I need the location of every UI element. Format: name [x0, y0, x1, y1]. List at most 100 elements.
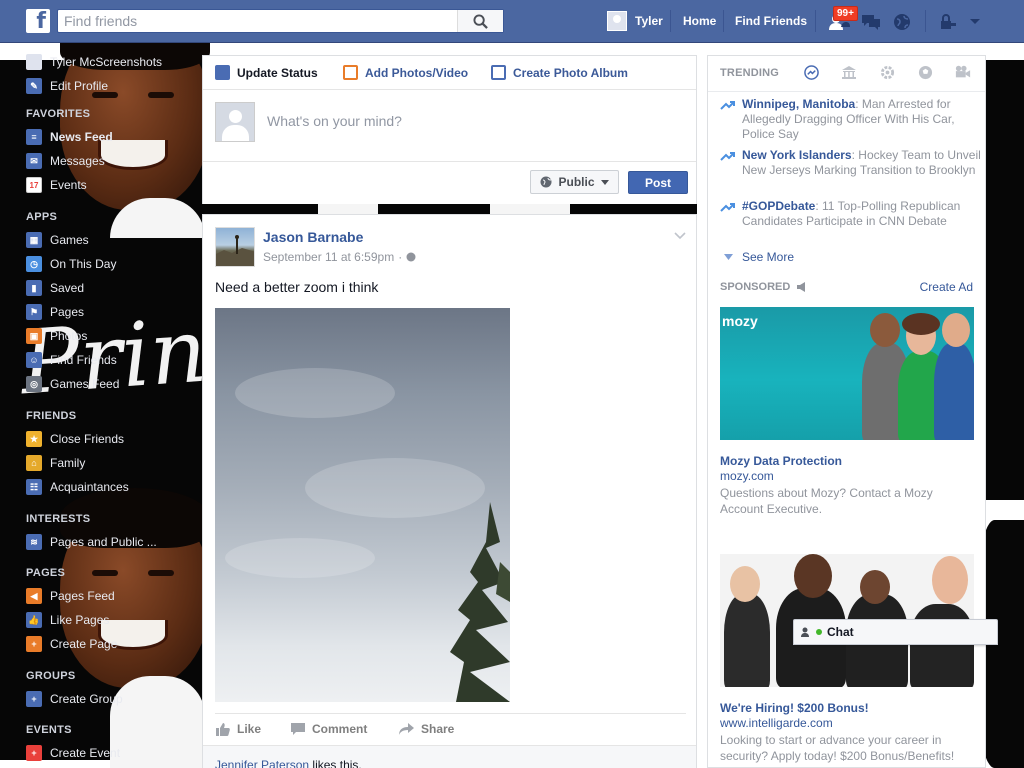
profile-link[interactable]: Tyler: [607, 11, 663, 31]
tab-add-photos[interactable]: Add Photos/Video: [343, 65, 468, 80]
facebook-logo[interactable]: f: [26, 9, 50, 33]
search-button[interactable]: [457, 10, 503, 32]
notifications-button[interactable]: [891, 12, 913, 32]
tab-entertainment[interactable]: [955, 64, 971, 80]
ad-title[interactable]: Mozy Data Protection: [720, 454, 974, 468]
account-settings-button[interactable]: [964, 12, 986, 32]
sidebar-item-create-group[interactable]: + Create Group: [26, 690, 123, 708]
ad-mozy[interactable]: mozy Mozy Data Protection mozy.com Quest…: [720, 307, 974, 517]
sidebar-item-label: On This Day: [50, 257, 117, 271]
tab-sports[interactable]: [917, 64, 933, 80]
thumbs-up-icon: [216, 723, 230, 736]
search-icon: [473, 13, 488, 29]
tab-top-trends[interactable]: [803, 64, 819, 80]
lock-icon: [941, 14, 956, 29]
status-input[interactable]: What's on your mind?: [267, 113, 402, 142]
sidebar-item-like-pages[interactable]: 👍 Like Pages: [26, 611, 109, 629]
likes-summary: Jennifer Paterson likes this.: [203, 745, 696, 768]
sidebar-item-games[interactable]: ▦ Games: [26, 231, 89, 249]
ad-image[interactable]: mozy: [720, 307, 974, 440]
sidebar-item-saved[interactable]: ▮ Saved: [26, 279, 84, 297]
sidebar-item-create-page[interactable]: + Create Page: [26, 635, 117, 653]
sidebar-item-close-friends[interactable]: ★ Close Friends: [26, 430, 124, 448]
ad-url[interactable]: www.intelligarde.com: [720, 716, 974, 730]
like-button[interactable]: Like: [215, 722, 261, 736]
ad-url[interactable]: mozy.com: [720, 469, 974, 483]
sidebar-heading-groups: GROUPS: [26, 670, 76, 682]
post-text: Need a better zoom i think: [215, 279, 379, 295]
search-input[interactable]: [58, 10, 457, 32]
sidebar-item-label: Messages: [50, 154, 105, 168]
news-feed-icon: ≡: [26, 129, 42, 145]
photos-icon: ▣: [26, 328, 42, 344]
gamepad-icon: ◎: [26, 376, 42, 392]
trending-arrow-icon: [720, 203, 735, 212]
sidebar-heading-apps: APPS: [26, 211, 58, 223]
thumbs-up-icon: 👍: [26, 612, 42, 628]
tab-label: Update Status: [237, 65, 318, 80]
chat-tab[interactable]: Chat: [793, 619, 998, 645]
plus-icon: +: [26, 691, 42, 707]
author-avatar[interactable]: [215, 227, 255, 267]
find-friends-link[interactable]: Find Friends: [735, 14, 807, 28]
sidebar-item-news-feed[interactable]: ≡ News Feed: [26, 128, 113, 146]
sidebar-item-profile[interactable]: Tyler McScreenshots: [26, 53, 162, 71]
post-button[interactable]: Post: [628, 171, 688, 194]
post-options-caret[interactable]: [674, 229, 686, 243]
messages-button[interactable]: [860, 12, 882, 32]
comment-icon: [291, 722, 305, 735]
search-box: [57, 9, 504, 33]
flag-icon: ⚑: [26, 304, 42, 320]
sidebar-item-family[interactable]: ⌂ Family: [26, 454, 85, 472]
sidebar-item-pages-feed[interactable]: ◀ Pages Feed: [26, 587, 115, 605]
tab-science[interactable]: [879, 64, 895, 80]
home-link[interactable]: Home: [683, 14, 716, 28]
megaphone-icon: ◀: [26, 588, 42, 604]
likes-suffix: likes this.: [309, 758, 362, 768]
privacy-selector[interactable]: Public: [530, 170, 619, 194]
globe-icon: [406, 252, 416, 262]
sidebar-item-label: Tyler McScreenshots: [50, 55, 163, 69]
tab-create-album[interactable]: Create Photo Album: [491, 65, 628, 80]
sidebar-item-acquaintances[interactable]: ☷ Acquaintances: [26, 478, 129, 496]
sidebar-heading-interests: INTERESTS: [26, 513, 91, 525]
post-timestamp[interactable]: September 11 at 6:59pm: [263, 250, 394, 264]
ad-intelligarde[interactable]: We're Hiring! $200 Bonus! www.intelligar…: [720, 554, 974, 764]
sidebar-item-find-friends[interactable]: ☺ Find Friends: [26, 351, 117, 369]
album-icon: [491, 65, 506, 80]
sidebar-heading-friends: FRIENDS: [26, 410, 77, 422]
sponsored-heading: SPONSORED: [720, 281, 808, 293]
left-sidebar: Tyler McScreenshots ✎ Edit Profile FAVOR…: [0, 43, 200, 768]
tab-update-status[interactable]: Update Status: [215, 65, 318, 80]
calendar-icon: 17: [26, 177, 42, 193]
messages-icon: ✉: [26, 153, 42, 169]
liker-name-link[interactable]: Jennifer Paterson: [215, 758, 309, 768]
sidebar-item-label: Close Friends: [50, 432, 125, 446]
privacy-label: Public: [558, 175, 595, 189]
gear-icon: [880, 65, 894, 79]
sidebar-item-label: Photos: [50, 329, 88, 343]
sidebar-item-on-this-day[interactable]: ◷ On This Day: [26, 255, 116, 273]
pencil-icon: ✎: [26, 78, 42, 94]
author-name[interactable]: Jason Barnabe: [263, 229, 363, 245]
ad-title[interactable]: We're Hiring! $200 Bonus!: [720, 701, 974, 715]
sidebar-item-photos[interactable]: ▣ Photos: [26, 327, 87, 345]
sidebar-item-events[interactable]: 17 Events: [26, 176, 87, 194]
sidebar-item-edit-profile[interactable]: ✎ Edit Profile: [26, 77, 108, 95]
create-ad-link[interactable]: Create Ad: [920, 280, 973, 294]
sidebar-item-create-event[interactable]: + Create Event: [26, 744, 120, 762]
see-more-link[interactable]: See More: [724, 250, 794, 264]
sidebar-item-pages[interactable]: ⚑ Pages: [26, 303, 84, 321]
privacy-shortcuts-button[interactable]: [937, 12, 959, 32]
sidebar-item-pages-and-public[interactable]: ≋ Pages and Public ...: [26, 533, 157, 551]
tab-politics[interactable]: [841, 64, 857, 80]
trending-title: New York Islanders: [742, 148, 852, 162]
sidebar-item-messages[interactable]: ✉ Messages: [26, 152, 105, 170]
comment-button[interactable]: Comment: [291, 722, 367, 736]
post-photo[interactable]: [215, 308, 510, 702]
sidebar-item-games-feed[interactable]: ◎ Games Feed: [26, 375, 119, 393]
share-button[interactable]: Share: [399, 722, 454, 736]
trending-item[interactable]: Winnipeg, Manitoba: Man Arrested for All…: [720, 97, 982, 142]
trending-item[interactable]: New York Islanders: Hockey Team to Unvei…: [720, 148, 982, 178]
trending-item[interactable]: #GOPDebate: 11 Top-Polling Republican Ca…: [720, 199, 982, 229]
